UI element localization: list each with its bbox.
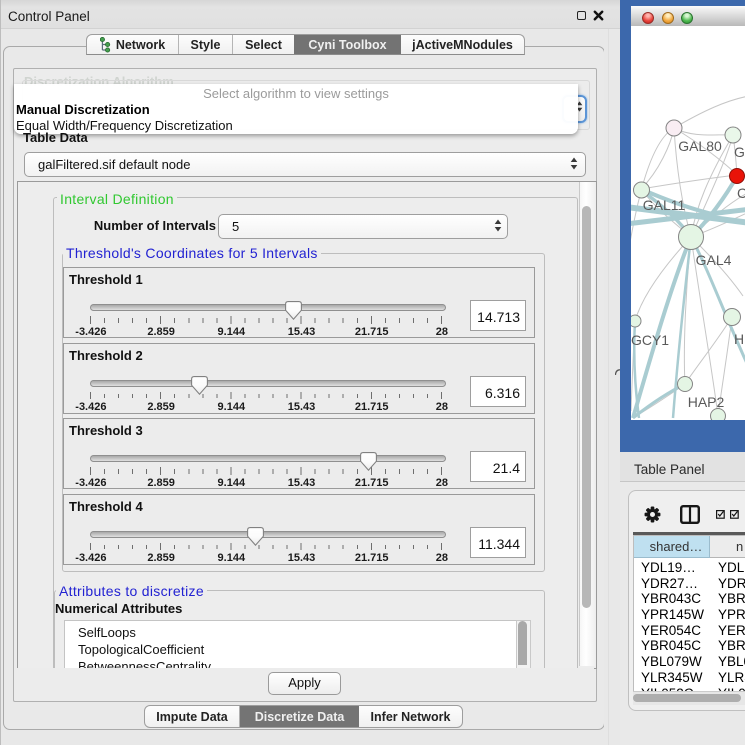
svg-text:H: H [734,331,744,347]
svg-text:GAL4: GAL4 [696,252,732,268]
svg-text:HAP2: HAP2 [688,394,725,410]
svg-text:GCY1: GCY1 [631,332,669,348]
svg-text:GA: GA [734,144,745,160]
svg-text:GAL11: GAL11 [643,197,686,213]
svg-text:GAL80: GAL80 [678,138,722,154]
svg-text:C: C [737,185,745,201]
